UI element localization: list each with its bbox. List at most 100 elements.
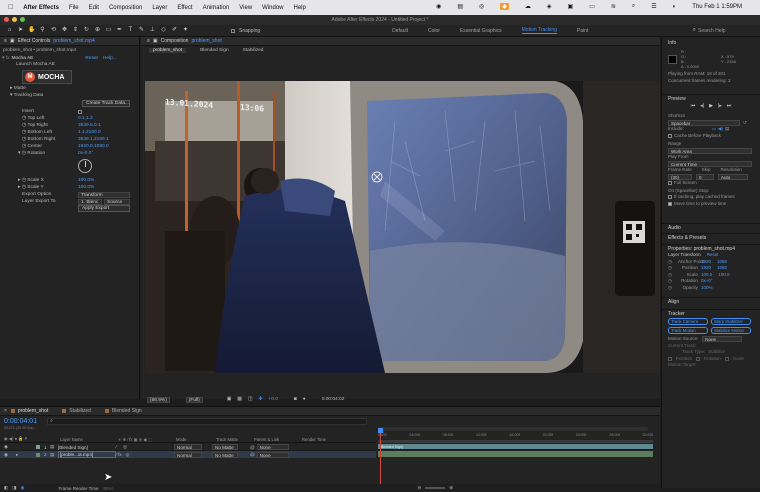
stopwatch-icon[interactable]: ◷ — [22, 144, 26, 149]
home-icon[interactable]: ⌂ — [6, 27, 13, 34]
show-snapshot-icon[interactable]: ● — [303, 397, 306, 402]
layer-name[interactable]: [proble...ot.mp4] — [58, 451, 116, 458]
playhead[interactable] — [380, 431, 381, 487]
layer-bar[interactable]: [Blended Sign] — [378, 444, 653, 450]
close-window-icon[interactable] — [4, 17, 9, 22]
top-right-value[interactable]: 3839.6,0.1 — [78, 123, 101, 128]
mocha-launch-button[interactable]: M MOCHA — [22, 70, 72, 84]
status-icon[interactable]: ☁ — [525, 3, 531, 10]
center-value[interactable]: 1920.0,1080.0 — [78, 144, 109, 149]
stabilize-motion-button[interactable]: Stabilize Motion — [711, 327, 751, 334]
rotation-track-checkbox[interactable] — [696, 356, 701, 361]
transparency-grid-icon[interactable]: ▦ — [237, 397, 242, 402]
next-frame-icon[interactable]: |▸ — [718, 103, 722, 109]
stopwatch-icon[interactable]: ◷ — [668, 285, 672, 292]
status-icon[interactable]: ▣ — [568, 3, 574, 10]
snapping-checkbox[interactable] — [231, 28, 235, 33]
prev-frame-icon[interactable]: ◂| — [700, 103, 704, 109]
zoom-window-icon[interactable] — [20, 17, 25, 22]
timeline-search-input[interactable]: ⌕ — [47, 418, 368, 425]
include-overlays-icon[interactable]: ▤ — [725, 126, 729, 133]
lock-icon[interactable]: ▣ — [10, 38, 15, 44]
toggle-modes-icon[interactable]: ◨ — [12, 485, 16, 491]
status-icon[interactable]: ◎ — [479, 3, 484, 10]
app-menu[interactable]: After Effects — [23, 5, 59, 11]
stopwatch-icon[interactable]: ◷ — [22, 137, 26, 142]
roi-icon[interactable]: ▣ — [227, 397, 232, 402]
puppet-tool-icon[interactable]: ✦ — [182, 27, 189, 34]
layer-row[interactable]: ◉ ▸ 2 ▤ [proble...ot.mp4] ⁄ fx ◎ Normal … — [0, 451, 376, 458]
layer-mode-dropdown[interactable]: Normal — [174, 444, 202, 450]
apply-export-button[interactable]: Apply Export — [78, 205, 130, 212]
mask-icon[interactable]: ◫ — [248, 397, 253, 402]
toggle-switches-icon[interactable]: ◧ — [4, 485, 8, 491]
workspace-default[interactable]: Default — [392, 28, 408, 34]
toggle-render-icon[interactable]: ◉ — [21, 485, 25, 491]
search-help-input[interactable]: Search Help — [698, 28, 756, 34]
audio-panel-title[interactable]: Audio — [662, 223, 760, 231]
time-ruler[interactable]: 0:00f 04:00f 08:00f 12:00f 16:00f 20:00f… — [378, 427, 653, 443]
subtab-stabilized[interactable]: Stabilized — [243, 48, 264, 53]
menu-animation[interactable]: Animation — [203, 5, 230, 11]
panel-menu-icon[interactable]: ≡ — [147, 38, 150, 44]
layer-color-label[interactable] — [36, 445, 40, 449]
menu-view[interactable]: View — [239, 5, 252, 11]
siri-icon[interactable]: ◐ — [673, 4, 677, 10]
layer-source-dropdown[interactable]: Source — [104, 198, 130, 205]
position-track-checkbox[interactable] — [668, 356, 672, 361]
status-icon[interactable]: ▤ — [457, 3, 463, 10]
zoom-dropdown[interactable]: (66.9%) — [147, 396, 170, 403]
scale-y-value[interactable]: 100.0% — [78, 185, 94, 190]
track-camera-button[interactable]: Track Camera — [668, 318, 708, 325]
range-dropdown[interactable]: Work Area — [668, 147, 752, 154]
work-area-bar[interactable] — [378, 440, 653, 443]
parent-pickwhip-icon[interactable]: @ — [250, 445, 255, 450]
roto-brush-tool-icon[interactable]: ✐ — [171, 27, 178, 34]
motion-source-dropdown[interactable]: None — [702, 336, 743, 343]
visibility-icon[interactable]: ◉ — [4, 444, 16, 450]
wifi-icon[interactable]: ≋ — [611, 3, 616, 10]
shortcut-dropdown[interactable]: Spacebar — [668, 119, 740, 126]
orbit-tool-icon[interactable]: ⟲ — [50, 27, 57, 34]
export-option-dropdown[interactable]: Transform — [78, 191, 130, 198]
layer-parent-dropdown[interactable]: None — [256, 451, 289, 458]
subtab-problem-shot[interactable]: problem_shot — [149, 48, 187, 53]
rotation-value[interactable]: 0x-0.0° — [78, 151, 93, 156]
create-track-data-button[interactable]: Create Track Data... — [82, 100, 130, 107]
timeline-current-time[interactable]: 0:00:04:01 — [4, 418, 37, 425]
menu-edit[interactable]: Edit — [89, 5, 99, 11]
hand-tool-icon[interactable]: ✋ — [28, 27, 35, 34]
layer-bar[interactable] — [378, 451, 653, 457]
zoom-tool-icon[interactable]: ⚲ — [39, 27, 46, 34]
layer-name[interactable]: [Blended Sign] — [58, 445, 116, 450]
scale-y[interactable]: 100.0 — [718, 272, 729, 279]
layer-switches[interactable]: ⁄ ◎ — [116, 444, 174, 450]
type-tool-icon[interactable]: T — [127, 27, 134, 34]
fx-icon[interactable]: ▾ fx — [2, 56, 9, 61]
matte-group[interactable]: ▸ Matte — [0, 86, 139, 93]
frame-rate-dropdown[interactable]: (30) — [668, 173, 692, 180]
search-icon[interactable]: ⌕ — [632, 3, 635, 10]
layer-matte-dropdown[interactable]: No Matte — [212, 444, 238, 450]
channel-icon[interactable]: ✤ — [258, 397, 262, 402]
layer-matte-dropdown[interactable]: No Matte — [212, 451, 238, 458]
workspace-motion-tracking[interactable]: Motion Tracking — [521, 27, 557, 34]
rectangle-tool-icon[interactable]: ▭ — [105, 27, 112, 34]
play-icon[interactable]: ▶ — [709, 103, 713, 109]
timeline-tab-stabilized[interactable]: Stabilized — [69, 408, 91, 414]
layer-row[interactable]: ◉ 1 ▤ [Blended Sign] ⁄ ◎ Normal No Matte… — [0, 444, 376, 451]
layer-switches[interactable]: ⁄ fx ◎ — [116, 452, 174, 458]
timeline-zoom-slider[interactable] — [425, 487, 446, 489]
layer-color-label[interactable] — [36, 452, 40, 457]
timeline-tab-problem-shot[interactable]: problem_shot — [18, 408, 48, 414]
tracker-panel-title[interactable]: Tracker — [662, 309, 760, 317]
dolly-tool-icon[interactable]: ⇕ — [72, 27, 79, 34]
menu-layer[interactable]: Layer — [152, 5, 167, 11]
playhead-handle[interactable] — [378, 428, 383, 433]
warp-stabilizer-button[interactable]: Warp Stabilizer — [711, 318, 751, 325]
dropbox-icon[interactable]: ◈ — [547, 3, 552, 10]
snapshot-icon[interactable]: ◙ — [294, 397, 297, 402]
pan-tool-icon[interactable]: ✥ — [61, 27, 68, 34]
opacity-value[interactable]: 100% — [701, 285, 713, 292]
minimize-window-icon[interactable] — [12, 17, 17, 22]
